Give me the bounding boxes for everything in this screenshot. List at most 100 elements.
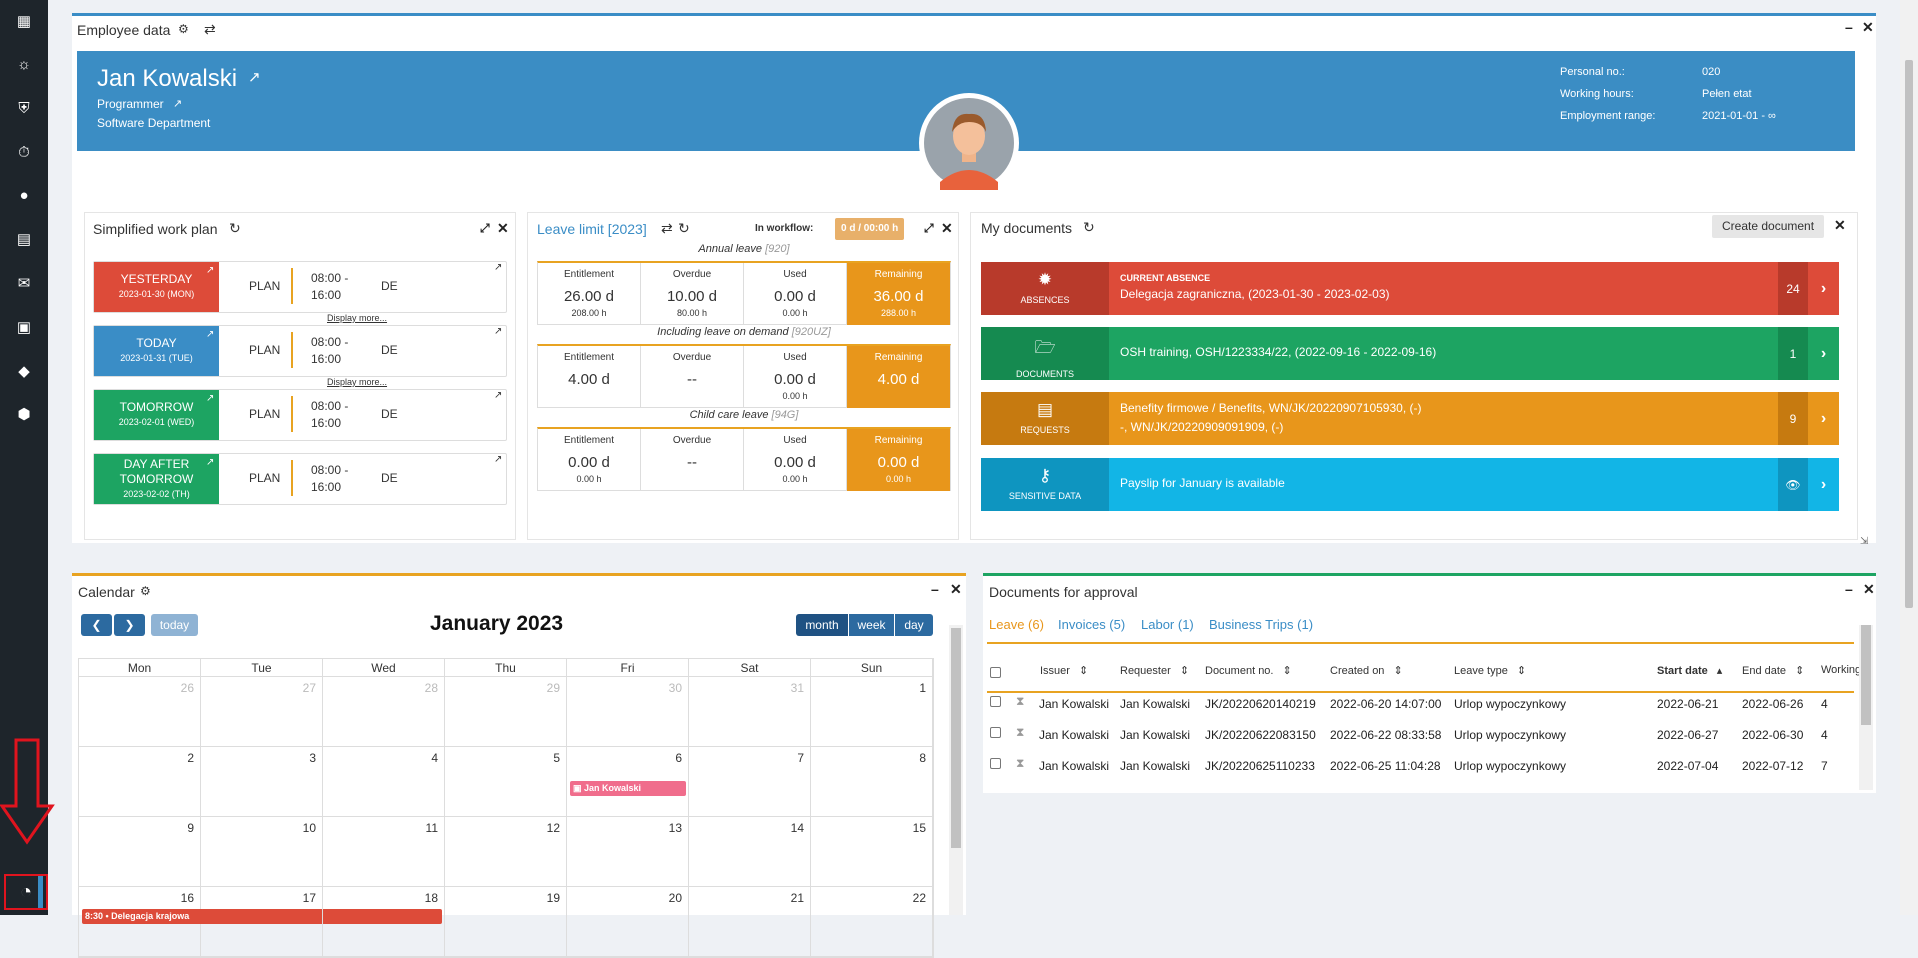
prev-month-button[interactable]: ❮	[81, 614, 112, 636]
view-day-button[interactable]: day	[895, 614, 933, 636]
tab-invoices[interactable]: Invoices (5)	[1058, 617, 1125, 632]
external-link-icon[interactable]: ↗	[206, 455, 214, 470]
work-plan-row[interactable]: TODAY 2023-01-31 (TUE) ↗ PLAN 08:00 - 16:00 DE…	[93, 325, 507, 377]
day-label[interactable]: TODAY 2023-01-31 (TUE) ↗	[94, 326, 219, 376]
close-icon[interactable]: ✕	[1862, 19, 1874, 36]
expand-icon[interactable]: ⤢	[924, 221, 934, 236]
minimize-icon[interactable]: –	[1845, 19, 1853, 35]
my-documents-row[interactable]: ⚷ SENSITIVE DATA Payslip for January is av…	[981, 458, 1839, 511]
create-document-button[interactable]: Create document	[1712, 215, 1825, 238]
calendar-day[interactable]: 7	[689, 747, 811, 816]
sort-icon[interactable]: ⇕	[1390, 665, 1402, 677]
calendar-day[interactable]: 2	[79, 747, 201, 816]
calendar-day[interactable]: 6 ▣ Jan Kowalski	[567, 747, 689, 816]
calendar-day[interactable]: 1	[811, 677, 933, 746]
count-badge[interactable]: 24	[1778, 262, 1808, 315]
table-scrollbar[interactable]	[1859, 625, 1873, 790]
cube-icon[interactable]: ⬢	[0, 399, 48, 429]
chevron-right-icon[interactable]: ›	[1808, 327, 1839, 380]
external-link-icon[interactable]: ↗	[206, 327, 214, 342]
category-tile[interactable]: 🗁 DOCUMENTS	[981, 327, 1109, 380]
calendar-event[interactable]: ▣ Jan Kowalski	[570, 781, 686, 796]
external-link-icon[interactable]: ↗	[206, 263, 214, 278]
count-badge[interactable]: 9	[1778, 392, 1808, 445]
sort-icon[interactable]: ▴	[1714, 665, 1723, 677]
minimize-icon[interactable]: –	[931, 581, 939, 597]
display-more-link[interactable]: Display more...	[327, 377, 387, 387]
calendar-day[interactable]: 22	[811, 887, 933, 956]
calendar-day[interactable]: 16 8:30 • Delegacja krajowa	[79, 887, 442, 956]
sort-icon[interactable]: ⇕	[1279, 665, 1292, 677]
row-checkbox[interactable]	[990, 696, 1001, 707]
eye-icon[interactable]: 👁	[1778, 458, 1808, 511]
calendar-day[interactable]: 13	[567, 817, 689, 886]
select-all-checkbox[interactable]	[990, 667, 1001, 678]
swap-icon[interactable]: ⇄	[204, 21, 216, 38]
day-label[interactable]: TOMORROW 2023-02-01 (WED) ↗	[94, 390, 219, 440]
close-icon[interactable]: ✕	[497, 220, 509, 237]
dashboard-gauge-icon[interactable]: ◔	[4, 874, 48, 910]
envelope-icon[interactable]: ✉	[0, 268, 48, 298]
external-link-icon[interactable]: ↗	[494, 390, 502, 401]
calendar-day[interactable]: 19	[445, 887, 567, 956]
chevron-right-icon[interactable]: ›	[1808, 262, 1839, 315]
my-documents-row[interactable]: ✹ ABSENCES CURRENT ABSENCE Delegacja zagran…	[981, 262, 1839, 315]
calendar-day[interactable]: 4	[323, 747, 445, 816]
sort-icon[interactable]: ⇕	[1177, 665, 1189, 677]
column-header[interactable]: Requester ⇕	[1120, 664, 1189, 677]
calendar-day[interactable]: 21	[689, 887, 811, 956]
swap-icon[interactable]: ⇄	[661, 220, 673, 237]
calendar-day[interactable]: 5	[445, 747, 567, 816]
calendar-day[interactable]: 18	[323, 887, 445, 956]
display-more-link[interactable]: Display more...	[327, 313, 387, 323]
external-link-icon[interactable]: ↗	[173, 97, 182, 110]
row-checkbox[interactable]	[990, 727, 1001, 738]
calendar-day[interactable]: 15	[811, 817, 933, 886]
category-tile[interactable]: ▤ REQUESTS	[981, 392, 1109, 445]
tab-leave[interactable]: Leave (6)	[989, 617, 1044, 632]
external-link-icon[interactable]: ↗	[248, 68, 261, 86]
column-header[interactable]: Issuer ⇕	[1040, 664, 1088, 677]
calendar-day[interactable]: 14	[689, 817, 811, 886]
column-header[interactable]: Working	[1821, 664, 1861, 676]
close-icon[interactable]: ✕	[950, 581, 962, 598]
day-label[interactable]: YESTERDAY 2023-01-30 (MON) ↗	[94, 262, 219, 312]
work-plan-row[interactable]: TOMORROW 2023-02-01 (WED) ↗ PLAN 08:00 - 16:0…	[93, 389, 507, 441]
calendar-day[interactable]: 12	[445, 817, 567, 886]
refresh-icon[interactable]: ↻	[678, 220, 690, 237]
external-link-icon[interactable]: ↗	[494, 326, 502, 337]
calendar-day[interactable]: 17	[201, 887, 323, 956]
category-tile[interactable]: ✹ ABSENCES	[981, 262, 1109, 315]
refresh-icon[interactable]: ↻	[229, 220, 241, 237]
calendar-scrollbar[interactable]	[949, 625, 963, 915]
today-button[interactable]: today	[151, 614, 198, 636]
close-icon[interactable]: ✕	[1834, 217, 1846, 234]
calendar-day[interactable]: 8	[811, 747, 933, 816]
tab-labor[interactable]: Labor (1)	[1141, 617, 1194, 632]
work-plan-row[interactable]: YESTERDAY 2023-01-30 (MON) ↗ PLAN 08:00 - 16:…	[93, 261, 507, 313]
chevron-right-icon[interactable]: ›	[1808, 392, 1839, 445]
column-header[interactable]: Document no. ⇕	[1205, 664, 1292, 677]
sort-icon[interactable]: ⇕	[1514, 665, 1526, 677]
calendar-day[interactable]: 9	[79, 817, 201, 886]
expand-icon[interactable]: ⤢	[480, 221, 490, 236]
calendar-day[interactable]: 20	[567, 887, 689, 956]
column-header[interactable]: Start date ▴	[1657, 664, 1722, 677]
tab-business[interactable]: Business Trips (1)	[1209, 617, 1313, 632]
globe-icon[interactable]: ●	[0, 180, 48, 210]
column-header[interactable]: Leave type ⇕	[1454, 664, 1526, 677]
shield-check-icon[interactable]: ⛨	[0, 93, 48, 123]
column-header[interactable]: Created on ⇕	[1330, 664, 1403, 677]
work-plan-row[interactable]: DAY AFTER TOMORROW 2023-02-02 (TH) ↗ PLAN 08…	[93, 453, 507, 505]
my-documents-row[interactable]: 🗁 DOCUMENTS OSH training, OSH/1223334/22, …	[981, 327, 1839, 380]
employee-position[interactable]: Programmer	[97, 97, 164, 111]
panel-title[interactable]: Leave limit [2023]	[537, 221, 647, 237]
calendar-day[interactable]: 31	[689, 677, 811, 746]
chevron-right-icon[interactable]: ›	[1808, 458, 1839, 511]
close-icon[interactable]: ✕	[941, 220, 953, 237]
id-card-icon[interactable]: ▣	[0, 312, 48, 342]
next-month-button[interactable]: ❯	[114, 614, 145, 636]
view-month-button[interactable]: month	[796, 614, 848, 636]
day-label[interactable]: DAY AFTER TOMORROW 2023-02-02 (TH) ↗	[94, 454, 219, 504]
sitemap-icon[interactable]: ▦	[0, 6, 48, 36]
